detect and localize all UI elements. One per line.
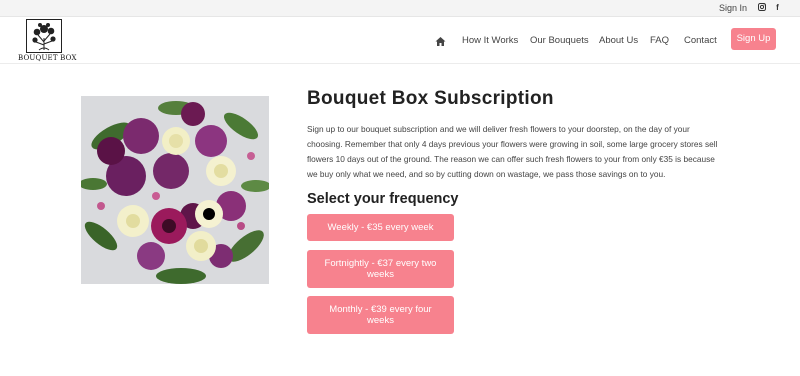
weekly-option-label: Weekly - €35 every week [327,222,434,233]
nav-our-bouquets[interactable]: Our Bouquets [530,35,589,46]
monthly-option-label: Monthly - €39 every four weeks [329,304,432,326]
logo-text[interactable]: BOUQUET BOX [18,54,76,62]
nav-about-us[interactable]: About Us [599,35,638,46]
page-title: Bouquet Box Subscription [307,88,554,109]
sign-in-link[interactable]: Sign In [719,3,747,13]
nav-contact[interactable]: Contact [684,35,717,46]
home-icon[interactable] [435,34,446,46]
top-bar: Sign In f [0,0,800,17]
bouquet-photo [81,96,269,284]
intro-paragraph: Sign up to our bouquet subscription and … [307,124,718,179]
instagram-icon[interactable] [757,3,766,12]
site-header: BOUQUET BOX How It Works Our Bouquets Ab… [0,17,800,64]
fortnightly-option-button[interactable]: Fortnightly - €37 every two weeks [307,250,454,288]
weekly-option-button[interactable]: Weekly - €35 every week [307,214,454,241]
nav-how-it-works[interactable]: How It Works [462,35,518,46]
frequency-heading: Select your frequency [307,191,459,207]
nav-faq[interactable]: FAQ [650,35,669,46]
facebook-icon[interactable]: f [773,3,782,12]
monthly-option-button[interactable]: Monthly - €39 every four weeks [307,296,454,334]
sign-up-button[interactable]: Sign Up [731,28,776,50]
logo-image[interactable] [26,19,62,53]
fortnightly-option-label: Fortnightly - €37 every two weeks [324,258,437,280]
